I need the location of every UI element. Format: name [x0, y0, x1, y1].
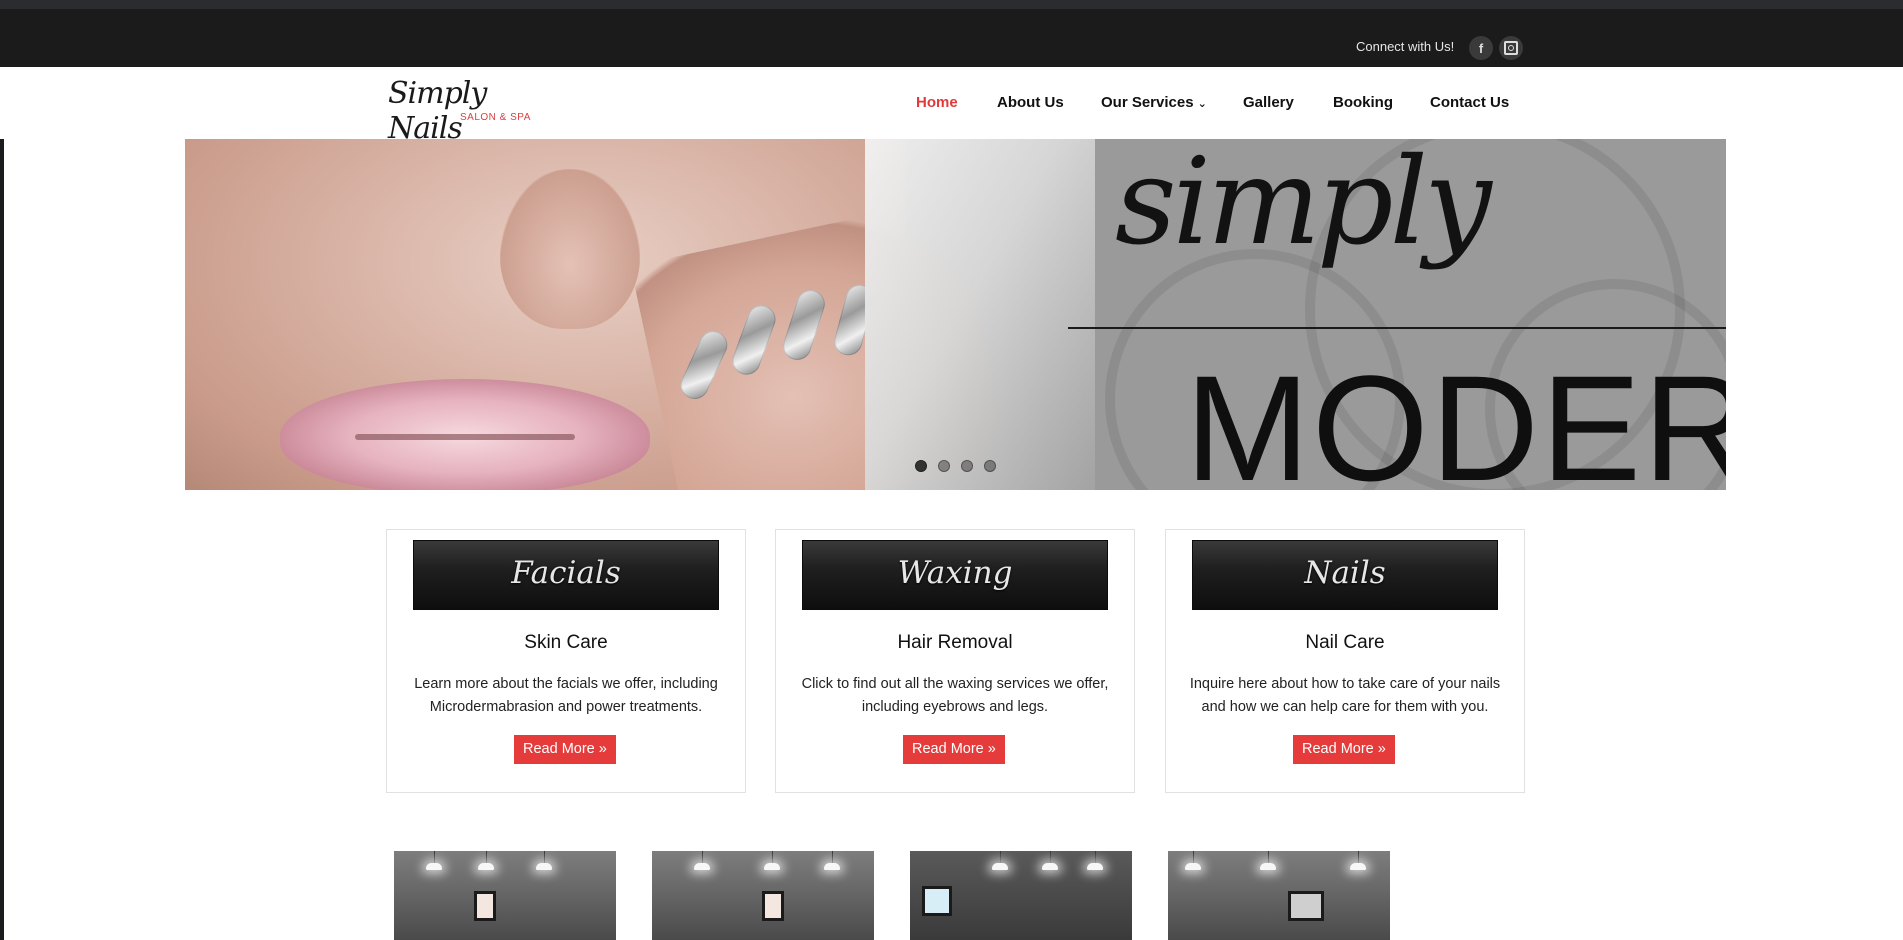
service-title: Hair Removal	[897, 632, 1013, 653]
service-card-facials: Facials Skin Care Learn more about the f…	[386, 529, 746, 793]
instagram-icon[interactable]	[1499, 36, 1523, 60]
hero-slider[interactable]: simply MODERN	[185, 139, 1726, 490]
service-title: Nail Care	[1305, 632, 1385, 653]
service-description: Inquire here about how to take care of y…	[1189, 676, 1501, 715]
hero-divider	[1068, 327, 1726, 329]
hero-headline-script: simply	[1115, 139, 1492, 272]
nav-contact-us[interactable]: Contact Us	[1430, 94, 1509, 111]
service-banner[interactable]: Nails	[1192, 540, 1498, 610]
slider-dot-4[interactable]	[984, 460, 996, 472]
nav-our-services[interactable]: Our Services ⌄	[1101, 94, 1207, 111]
gallery-thumbnail[interactable]	[652, 851, 874, 940]
hero-text-panel: simply MODERN	[885, 139, 1726, 490]
read-more-button[interactable]: Read More »	[514, 735, 616, 764]
service-card-waxing: Waxing Hair Removal Click to find out al…	[775, 529, 1135, 793]
read-more-button[interactable]: Read More »	[1293, 735, 1395, 764]
nav-gallery[interactable]: Gallery	[1243, 94, 1294, 111]
hero-model-photo	[185, 139, 1010, 490]
nav-our-services-label: Our Services	[1101, 94, 1194, 111]
top-bar: Connect with Us! f	[0, 9, 1903, 67]
nav-about-us[interactable]: About Us	[997, 94, 1064, 111]
window-edge	[0, 0, 4, 940]
gallery-thumbnail[interactable]	[910, 851, 1132, 940]
logo-wordmark: Simply Nails	[388, 76, 487, 146]
hero-headline-caps: MODERN	[1185, 344, 1726, 490]
service-description: Click to find out all the waxing service…	[801, 676, 1109, 715]
gallery-thumbnail[interactable]	[1168, 851, 1390, 940]
nav-booking[interactable]: Booking	[1333, 94, 1393, 111]
facebook-icon[interactable]: f	[1469, 36, 1493, 60]
gallery-thumbnail[interactable]	[394, 851, 616, 940]
site-logo[interactable]: Simply Nails SALON & SPA	[388, 76, 538, 146]
service-title: Skin Care	[524, 632, 608, 653]
read-more-button[interactable]: Read More »	[903, 735, 1005, 764]
chevron-down-icon: ⌄	[1197, 98, 1207, 110]
slider-dot-1[interactable]	[915, 460, 927, 472]
service-banner[interactable]: Facials	[413, 540, 719, 610]
service-card-nails: Nails Nail Care Inquire here about how t…	[1165, 529, 1525, 793]
slider-dot-2[interactable]	[938, 460, 950, 472]
connect-text: Connect with Us!	[1356, 39, 1455, 54]
service-description: Learn more about the facials we offer, i…	[414, 676, 718, 715]
slider-dot-3[interactable]	[961, 460, 973, 472]
logo-subtitle: SALON & SPA	[460, 112, 531, 123]
browser-chrome-strip	[0, 0, 1903, 9]
service-banner[interactable]: Waxing	[802, 540, 1108, 610]
site-header: Simply Nails SALON & SPA Home About Us O…	[0, 67, 1903, 146]
nav-home[interactable]: Home	[916, 94, 958, 111]
